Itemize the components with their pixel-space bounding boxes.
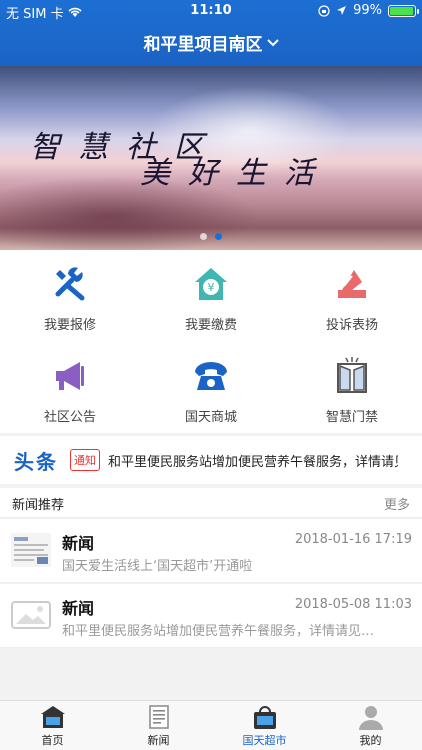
news-date: 2018-01-16 17:19 — [294, 532, 412, 547]
home-icon — [40, 706, 65, 728]
news-thumbnail — [11, 533, 51, 567]
carousel-indicator — [0, 233, 422, 240]
notice-badge: 通知 — [70, 449, 100, 471]
news-title: 新闻 — [62, 599, 95, 618]
service-label: 我要缴费 — [184, 318, 237, 333]
news-date: 2018-05-08 11:03 — [294, 597, 412, 612]
service-label: 投诉表扬 — [325, 318, 378, 333]
user-icon — [358, 706, 383, 730]
tab-profile[interactable]: 我的 — [318, 701, 422, 750]
tools-icon — [55, 267, 85, 301]
news-section-title: 新闻推荐 — [12, 498, 65, 513]
service-announcement[interactable]: 社区公告 — [0, 342, 140, 432]
headline-text: 和平里便民服务站增加便民营养午餐服务，详情请见… — [108, 454, 398, 470]
tab-news[interactable]: 新闻 — [106, 701, 211, 750]
service-label: 智慧门禁 — [325, 410, 378, 425]
battery-icon — [388, 4, 419, 17]
news-title: 新闻 — [62, 534, 95, 553]
tab-label: 我的 — [359, 734, 382, 747]
tab-label: 新闻 — [147, 734, 170, 747]
service-complaint[interactable]: 投诉表扬 — [282, 250, 422, 340]
news-summary: 国天爱生活线上‘国天超市’开通啦 — [62, 559, 253, 574]
page-title: 和平里项目南区 — [143, 35, 263, 55]
battery-percent: 99% — [353, 3, 382, 18]
banner-carousel[interactable]: 智慧社区 美好生活 — [0, 66, 422, 250]
complaint-icon — [338, 270, 366, 298]
tab-label: 首页 — [41, 734, 64, 747]
project-selector[interactable]: 和平里项目南区 — [0, 30, 422, 55]
phone-icon — [195, 362, 227, 390]
service-label: 社区公告 — [43, 410, 96, 425]
service-payment[interactable]: ¥ 我要缴费 — [141, 250, 281, 340]
service-repair[interactable]: 我要报修 — [0, 250, 140, 340]
headline-title: 头条 — [14, 449, 58, 474]
service-mall[interactable]: 国天商城 — [141, 342, 281, 432]
more-link[interactable]: 更多 — [384, 494, 410, 513]
status-bar: 无 SIM 卡 11:10 99% — [0, 0, 422, 22]
tab-bar: 首页 新闻 国天超市 我的 — [0, 700, 422, 750]
news-item[interactable]: 新闻 2018-01-16 17:19 国天爱生活线上‘国天超市’开通啦 — [0, 519, 422, 583]
service-label: 我要报修 — [43, 318, 96, 333]
carousel-dot[interactable] — [215, 233, 222, 240]
banner-slogan-line2: 美好生活 — [140, 156, 332, 191]
rotation-lock-icon — [318, 4, 330, 17]
chevron-down-icon — [266, 38, 279, 46]
tab-label: 国天超市 — [242, 734, 287, 747]
svg-text:¥: ¥ — [208, 281, 215, 294]
headline-ticker[interactable]: 头条 通知 和平里便民服务站增加便民营养午餐服务，详情请见… — [0, 436, 422, 484]
tab-supermarket[interactable]: 国天超市 — [212, 701, 317, 750]
service-access-control[interactable]: 智慧门禁 — [282, 342, 422, 432]
megaphone-icon — [56, 362, 84, 390]
news-summary: 和平里便民服务站增加便民营养午餐服务，详情请见… — [62, 624, 375, 639]
news-icon — [148, 705, 169, 729]
tab-home[interactable]: 首页 — [0, 701, 105, 750]
carousel-dot[interactable] — [200, 233, 207, 240]
payment-icon: ¥ — [195, 268, 227, 300]
location-icon — [337, 6, 347, 15]
header: 无 SIM 卡 11:10 99% 和平里项目南区 — [0, 0, 422, 66]
news-item[interactable]: 新闻 2018-05-08 11:03 和平里便民服务站增加便民营养午餐服务，详… — [0, 584, 422, 648]
news-section-header: 新闻推荐 更多 — [0, 488, 422, 518]
image-placeholder-icon — [11, 601, 51, 629]
service-grid: 我要报修 ¥ 我要缴费 投诉表扬 社区公告 国天商城 智慧门禁 — [0, 250, 422, 433]
service-label: 国天商城 — [184, 410, 237, 425]
shopping-bag-icon — [253, 706, 276, 729]
door-icon — [337, 357, 367, 393]
